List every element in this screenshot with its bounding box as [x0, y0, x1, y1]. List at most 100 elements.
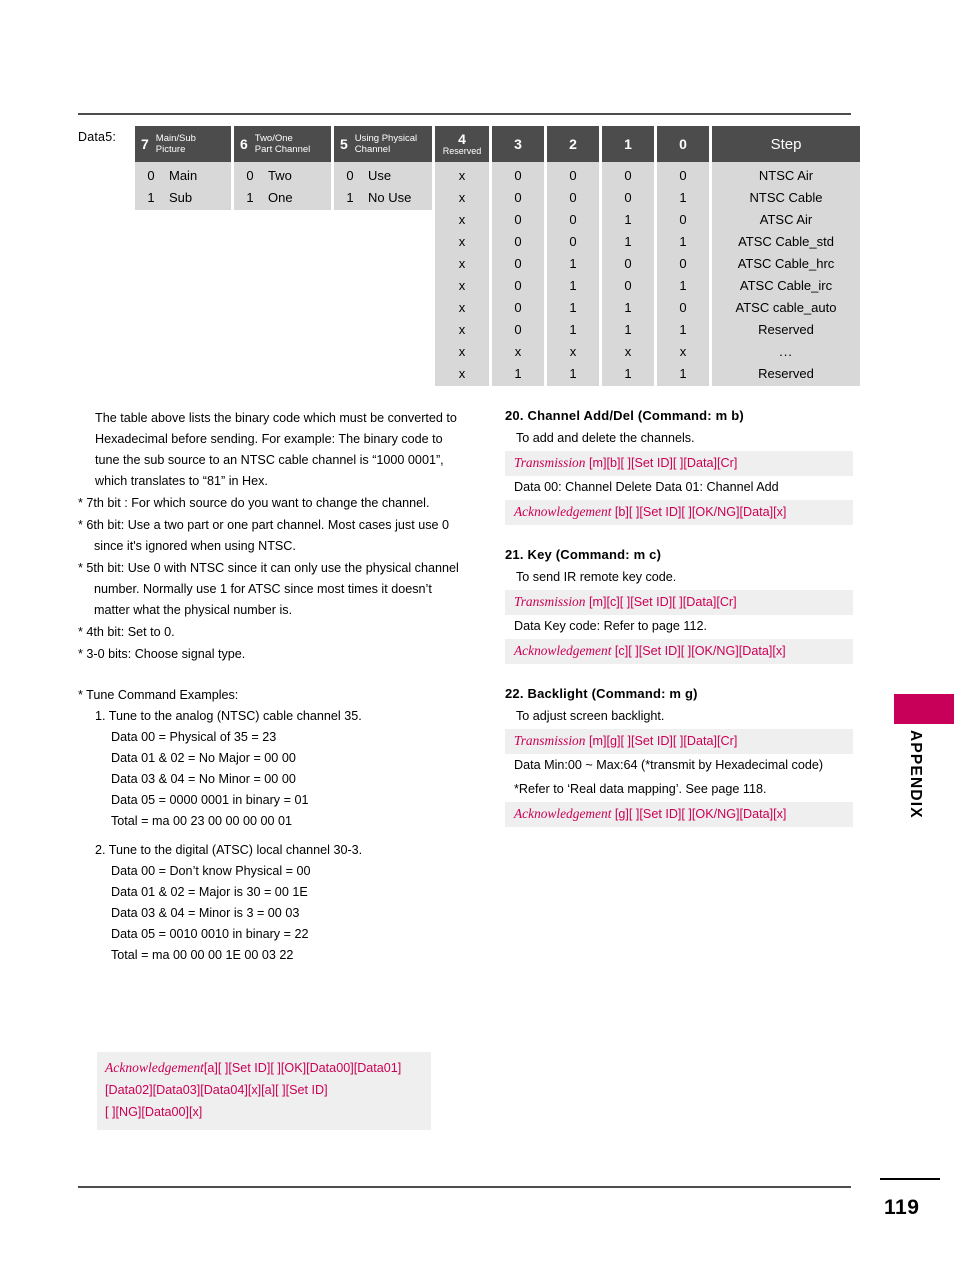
bit-column-7-title-line2: Picture — [155, 143, 186, 155]
table-row: x — [458, 211, 466, 227]
table-row: ATSC Cable_hrc — [737, 255, 835, 271]
bit-column-3-body: 0 0 0 0 0 0 0 0 x 1 — [492, 162, 544, 386]
section-note: *Refer to ‘Real data mapping’. See page … — [514, 782, 767, 796]
table-row: 1 — [679, 277, 687, 293]
transmission-row: Transmission [m][g][ ][Set ID][ ][Data][… — [505, 729, 853, 754]
table-row: 0 — [679, 211, 687, 227]
example2-line-2: Data 01 & 02 = Major is 30 = 00 1E — [111, 885, 308, 899]
example2-heading: 2. Tune to the digital (ATSC) local chan… — [95, 843, 363, 857]
table-row: x — [458, 233, 466, 249]
table-row: 1 — [569, 299, 577, 315]
table-row: 1 — [569, 255, 577, 271]
data5-bit-table: 7 Main/Sub Picture 0 Main 1 Sub 6 Two/On… — [135, 126, 860, 386]
table-row: 1 — [679, 365, 687, 381]
command-section-key: 21. Key (Command: m c) To send IR remote… — [505, 547, 853, 664]
table-row: x — [458, 167, 466, 183]
table-row: 1 — [624, 321, 632, 337]
table-row: x — [458, 321, 466, 337]
table-row: 0 — [624, 255, 632, 271]
table-row: 1 No Use — [334, 186, 432, 208]
bullet-6th-bit: * 6th bit: Use a two part or one part ch… — [78, 518, 450, 553]
transmission-code: [m][g][ ][Set ID][ ][Data][Cr] — [588, 734, 738, 748]
bit-column-5: 5 Using Physical Channel 0 Use 1 No Use — [334, 126, 432, 210]
table-row: 1 — [569, 365, 577, 381]
bit-column-6-title: Two/One Part Channel — [255, 133, 310, 155]
table-row: x — [679, 343, 687, 359]
bit-column-7-number: 7 — [141, 135, 149, 152]
example2-line-5: Total = ma 00 00 00 1E 00 03 22 — [111, 948, 294, 962]
bit-column-6-body: 0 Two 1 One — [234, 162, 331, 210]
section-note: Data 00: Channel Delete Data 01: Channel… — [514, 480, 779, 494]
table-row: 0 — [514, 255, 522, 271]
section-heading: 22. Backlight (Command: m g) — [505, 686, 698, 701]
bit-column-6-title-line2: Part Channel — [254, 143, 311, 155]
table-row: Reserved — [758, 365, 814, 381]
table-row: 0 — [569, 233, 577, 249]
table-row: x — [624, 343, 632, 359]
table-row: x — [458, 255, 466, 271]
step-column-title: Step — [770, 135, 802, 153]
example1-heading: 1. Tune to the analog (NTSC) cable chann… — [95, 709, 362, 723]
bit-column-3-number: 3 — [514, 136, 522, 152]
acknowledgement-row: Acknowledgement [b][ ][Set ID][ ][OK/NG]… — [505, 500, 853, 525]
step-column-header: Step — [712, 126, 860, 162]
table-row: x — [458, 365, 466, 381]
example2-line-4: Data 05 = 0010 0010 in binary = 22 — [111, 927, 309, 941]
section-subtitle: To adjust screen backlight. — [516, 709, 665, 723]
table-row: ATSC Cable_std — [738, 233, 834, 249]
transmission-code: [m][b][ ][Set ID][ ][Data][Cr] — [588, 456, 738, 470]
table-row: Reserved — [758, 321, 814, 337]
bit-column-7: 7 Main/Sub Picture 0 Main 1 Sub — [135, 126, 231, 210]
table-row: 1 — [569, 277, 577, 293]
command-section-backlight: 22. Backlight (Command: m g) To adjust s… — [505, 686, 853, 827]
acknowledgement-box: Acknowledgement[a][ ][Set ID][ ][OK][Dat… — [97, 1052, 431, 1130]
transmission-code: [m][c][ ][Set ID][ ][Data][Cr] — [588, 595, 737, 609]
acknowledgement-label: Acknowledgement — [514, 643, 612, 658]
bit-column-1: 1 0 0 1 1 0 0 1 1 x 1 — [602, 126, 654, 386]
example1-line-3: Data 03 & 04 = No Minor = 00 00 — [111, 772, 296, 786]
example1-line-1: Data 00 = Physical of 35 = 23 — [111, 730, 277, 744]
section-heading: 21. Key (Command: m c) — [505, 547, 662, 562]
page-number: 119 — [884, 1196, 920, 1219]
bit-text: One — [268, 189, 293, 205]
bullet-7th-bit: * 7th bit : For which source do you want… — [78, 496, 430, 510]
table-row: 1 — [514, 365, 522, 381]
acknowledgement-code: [b][ ][Set ID][ ][OK/NG][Data][x] — [614, 505, 787, 519]
table-row: 1 Sub — [135, 186, 231, 208]
section-subtitle: To send IR remote key code. — [516, 570, 677, 584]
bit-value: 1 — [147, 189, 155, 205]
table-row: ATSC cable_auto — [735, 299, 837, 315]
table-row: 0 — [569, 189, 577, 205]
acknowledgement-label: Acknowledgement — [105, 1060, 204, 1075]
bit-column-0-number: 0 — [679, 136, 687, 152]
tune-examples-title: * Tune Command Examples: — [78, 688, 239, 702]
bit-column-5-title-line1: Using Physical — [354, 132, 418, 144]
bullet-5th-bit: * 5th bit: Use 0 with NTSC since it can … — [78, 561, 459, 617]
table-row: 0 — [514, 233, 522, 249]
bit-column-4-title: Reserved — [442, 145, 482, 156]
example1-line-4: Data 05 = 0000 0001 in binary = 01 — [111, 793, 309, 807]
bit-column-2-number: 2 — [569, 136, 577, 152]
table-row: 0 — [679, 255, 687, 271]
acknowledgement-line-1: [a][ ][Set ID][ ][OK][Data00][Data01] — [203, 1061, 402, 1075]
acknowledgement-row: Acknowledgement [g][ ][Set ID][ ][OK/NG]… — [505, 802, 853, 827]
table-row: 0 — [514, 211, 522, 227]
bit-column-4-reserved: 4 Reserved xxxxxxxxxx — [435, 126, 489, 386]
bit-column-2-header: 2 — [547, 126, 599, 162]
bit-column-7-title-line1: Main/Sub — [155, 132, 196, 144]
table-row: 1 One — [234, 186, 331, 208]
bit-column-6-header: 6 Two/One Part Channel — [234, 126, 331, 162]
transmission-label: Transmission — [514, 733, 586, 748]
table-row: x — [458, 299, 466, 315]
transmission-label: Transmission — [514, 455, 586, 470]
bit-column-1-header: 1 — [602, 126, 654, 162]
table-row: 1 — [679, 321, 687, 337]
page-bottom-rule — [78, 1186, 851, 1188]
table-row: 0 — [569, 167, 577, 183]
example1-line-2: Data 01 & 02 = No Major = 00 00 — [111, 751, 296, 765]
bit-column-3: 3 0 0 0 0 0 0 0 0 x 1 — [492, 126, 544, 386]
table-row: NTSC Air — [758, 167, 814, 183]
bit-column-4-header: 4 Reserved — [435, 126, 489, 162]
